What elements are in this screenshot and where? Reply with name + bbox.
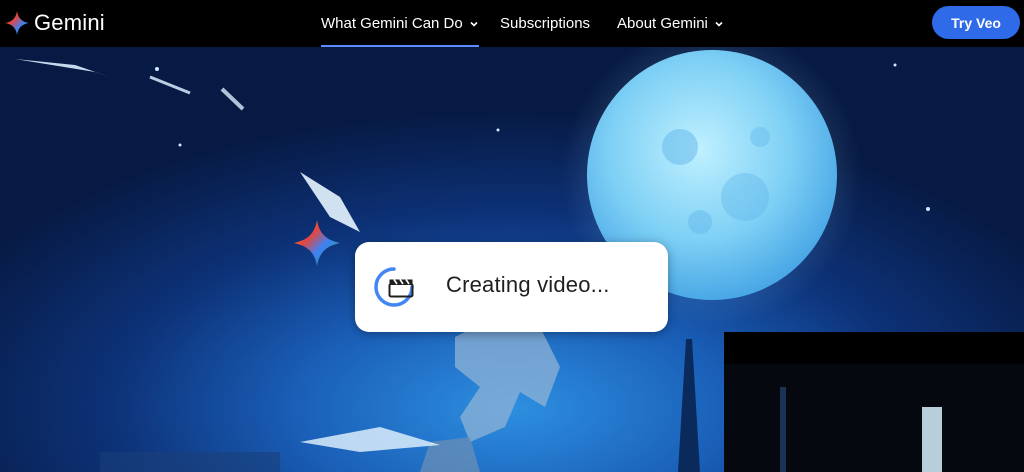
top-nav: Gemini What Gemini Can Do Subscriptions … (0, 0, 1024, 47)
spire-building (678, 339, 700, 472)
armored-figure (455, 317, 560, 442)
nav-item-what-gemini-can-do[interactable]: What Gemini Can Do (321, 0, 479, 47)
nav-item-label: What Gemini Can Do (321, 15, 463, 32)
clapperboard-icon (388, 279, 414, 298)
status-text: Creating video... (446, 272, 610, 297)
chevron-down-icon (470, 21, 478, 27)
nav-item-label: Subscriptions (500, 15, 591, 32)
try-veo-button[interactable]: Try Veo (932, 6, 1020, 39)
nav-item-about-gemini[interactable]: About Gemini (617, 0, 724, 47)
chevron-down-icon (715, 21, 723, 27)
nav-item-subscriptions[interactable]: Subscriptions (500, 0, 590, 47)
gemini-sparkle-icon (294, 220, 340, 266)
video-preview: Creating video... (0, 47, 1024, 472)
video-status-card: Creating video... (355, 242, 668, 332)
nav-item-label: About Gemini (617, 15, 708, 32)
main-menu: What Gemini Can Do Subscriptions About G… (0, 0, 1024, 47)
